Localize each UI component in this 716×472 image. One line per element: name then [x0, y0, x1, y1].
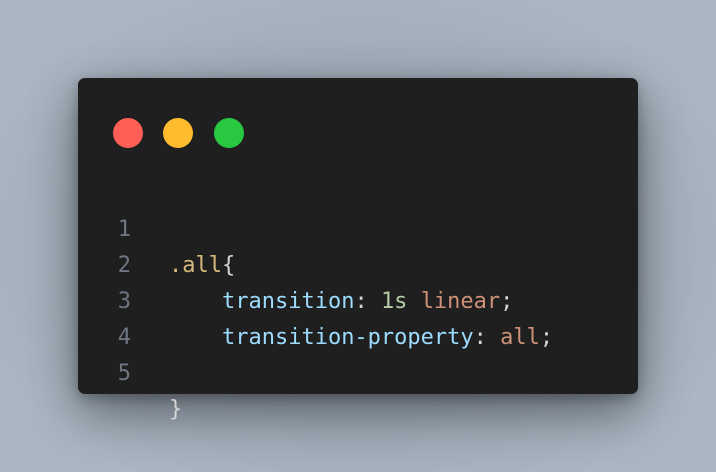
- line-number: 5: [117, 361, 131, 386]
- code-editor: 1 .all{ 2 transition: 1s linear; 3 trans…: [78, 176, 638, 422]
- minimize-dot-icon[interactable]: [163, 118, 193, 148]
- code-window: 1 .all{ 2 transition: 1s linear; 3 trans…: [78, 78, 638, 422]
- line-content: }: [169, 392, 182, 428]
- code-line-1: 1 .all{: [78, 176, 638, 278]
- code-line-5: 5 }: [78, 320, 638, 422]
- code-line-2: 2 transition: 1s linear;: [78, 212, 638, 314]
- maximize-dot-icon[interactable]: [214, 118, 244, 148]
- code-line-4: 4: [78, 284, 638, 350]
- close-dot-icon[interactable]: [113, 118, 143, 148]
- brace-close: }: [169, 397, 183, 422]
- code-line-3: 3 transition-property: all;: [78, 248, 638, 350]
